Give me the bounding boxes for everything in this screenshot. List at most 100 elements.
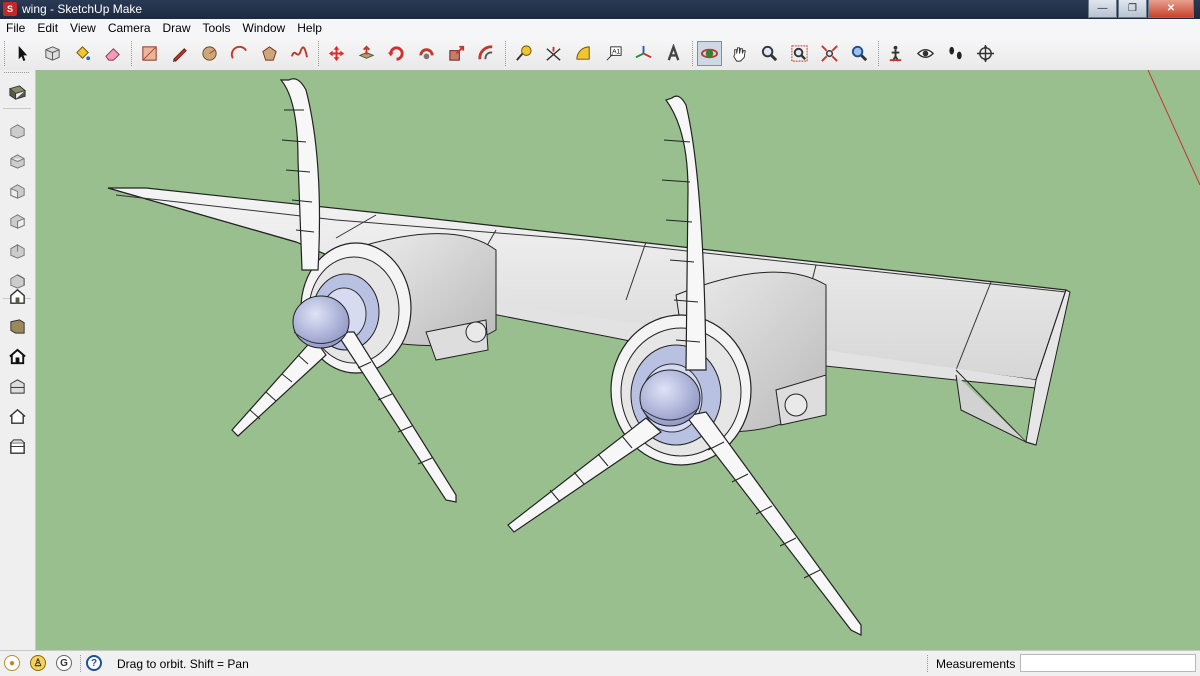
right-view-house-icon <box>9 213 25 229</box>
menu-bar: File Edit View Camera Draw Tools Window … <box>0 19 1200 38</box>
freehand-tool-button[interactable] <box>287 41 312 66</box>
orbit-icon <box>700 48 719 59</box>
footprints-icon <box>949 46 962 60</box>
home-icon <box>8 348 26 364</box>
home-outline-button[interactable] <box>5 404 29 428</box>
circle-tool-button[interactable] <box>197 41 222 66</box>
paint-bucket-button[interactable] <box>70 41 95 66</box>
geo-location-icon[interactable]: ● <box>4 655 20 671</box>
scale-tool-button[interactable] <box>444 41 469 66</box>
3d-text-button[interactable] <box>661 41 686 66</box>
menu-draw[interactable]: Draw <box>157 19 197 37</box>
rotate-tool-button[interactable] <box>384 41 409 66</box>
home-outline-icon <box>8 408 26 424</box>
push-pull-icon <box>358 45 375 59</box>
section-plane-button[interactable] <box>973 41 998 66</box>
preview-in-google-earth-button[interactable] <box>5 314 29 338</box>
menu-edit[interactable]: Edit <box>31 19 64 37</box>
store-component-button[interactable] <box>5 434 29 458</box>
front-view-house-icon <box>9 183 25 199</box>
top-view-button[interactable] <box>5 148 29 172</box>
polygon-tool-button[interactable] <box>257 41 282 66</box>
get-models-button[interactable] <box>5 80 29 104</box>
sidebar-separator <box>3 108 31 109</box>
previous-view-button[interactable] <box>847 41 872 66</box>
close-button[interactable]: ✕ <box>1148 0 1194 18</box>
instructor-help-icon[interactable]: ? <box>86 655 102 671</box>
zoom-extents-icon <box>821 45 838 62</box>
move-tool-button[interactable] <box>324 41 349 66</box>
menu-view[interactable]: View <box>64 19 102 37</box>
toolbar-separator <box>505 41 509 66</box>
zoom-tool-button[interactable] <box>757 41 782 66</box>
toolbar-grip[interactable] <box>4 72 29 76</box>
line-tool-button[interactable] <box>167 41 192 66</box>
right-view-button[interactable] <box>5 208 29 232</box>
credits-icon[interactable]: ♙ <box>30 655 46 671</box>
zoom-window-button[interactable] <box>787 41 812 66</box>
view-house-button[interactable] <box>5 344 29 368</box>
protractor-icon <box>576 46 590 60</box>
dimension-icon <box>546 46 561 61</box>
iso-view-button[interactable] <box>5 118 29 142</box>
axes-icon <box>635 45 652 59</box>
select-tool-button[interactable] <box>10 41 35 66</box>
sketchup-icon: S <box>3 2 17 16</box>
warehouse-icon <box>9 378 25 394</box>
menu-file[interactable]: File <box>0 19 31 37</box>
wing-model[interactable] <box>36 70 1200 650</box>
add-location-button[interactable] <box>5 284 29 308</box>
back-view-button[interactable] <box>5 238 29 262</box>
offset-tool-button[interactable] <box>474 41 499 66</box>
menu-tools[interactable]: Tools <box>197 19 237 37</box>
tape-measure-button[interactable] <box>511 41 536 66</box>
polygon-icon <box>262 46 277 61</box>
eraser-icon <box>105 48 120 61</box>
title-bar: S wing - SketchUp Make — ❐ ✕ <box>0 0 1200 19</box>
window-title: wing - SketchUp Make <box>22 2 143 16</box>
follow-me-button[interactable] <box>414 41 439 66</box>
text-tool-button[interactable]: A1 <box>601 41 626 66</box>
top-view-house-icon <box>9 153 25 169</box>
status-bar: ● ♙ G ? Drag to orbit. Shift = Pan Measu… <box>0 650 1200 676</box>
zoom-extents-button[interactable] <box>817 41 842 66</box>
walk-tool-button[interactable] <box>943 41 968 66</box>
section-plane-icon <box>976 44 995 63</box>
eraser-button[interactable] <box>100 41 125 66</box>
position-camera-button[interactable] <box>883 41 908 66</box>
rectangle-tool-button[interactable] <box>137 41 162 66</box>
protractor-button[interactable] <box>571 41 596 66</box>
scale-icon <box>449 45 465 61</box>
dimension-tool-button[interactable] <box>541 41 566 66</box>
look-around-button[interactable] <box>913 41 938 66</box>
front-view-button[interactable] <box>5 178 29 202</box>
maximize-button[interactable]: ❐ <box>1118 0 1147 18</box>
minimize-button[interactable]: — <box>1088 0 1117 18</box>
menu-window[interactable]: Window <box>237 19 292 37</box>
arrow-cursor-icon <box>18 45 28 62</box>
warehouse-share-button[interactable] <box>5 374 29 398</box>
toolbar-separator <box>131 41 135 66</box>
orbit-tool-button[interactable] <box>697 41 722 66</box>
house-location-icon <box>9 288 25 304</box>
eye-icon <box>916 48 935 59</box>
drawing-viewport[interactable] <box>36 70 1200 650</box>
make-component-button[interactable] <box>40 41 65 66</box>
toolbar-grip[interactable] <box>4 41 8 66</box>
move-arrows-icon <box>328 45 345 62</box>
pan-tool-button[interactable] <box>727 41 752 66</box>
pan-hand-icon <box>733 47 746 62</box>
rectangle-icon <box>142 46 157 61</box>
sign-in-icon[interactable]: G <box>56 655 72 671</box>
3d-text-icon <box>667 44 680 61</box>
arc-tool-button[interactable] <box>227 41 252 66</box>
axes-tool-button[interactable] <box>631 41 656 66</box>
measurements-input[interactable] <box>1020 654 1196 672</box>
large-toolset-toolbar: A1 <box>0 37 1200 71</box>
paint-bucket-icon <box>76 46 91 61</box>
toolbar-separator <box>318 41 322 66</box>
zoom-window-icon <box>791 45 808 62</box>
push-pull-button[interactable] <box>354 41 379 66</box>
menu-help[interactable]: Help <box>291 19 328 37</box>
menu-camera[interactable]: Camera <box>102 19 157 37</box>
